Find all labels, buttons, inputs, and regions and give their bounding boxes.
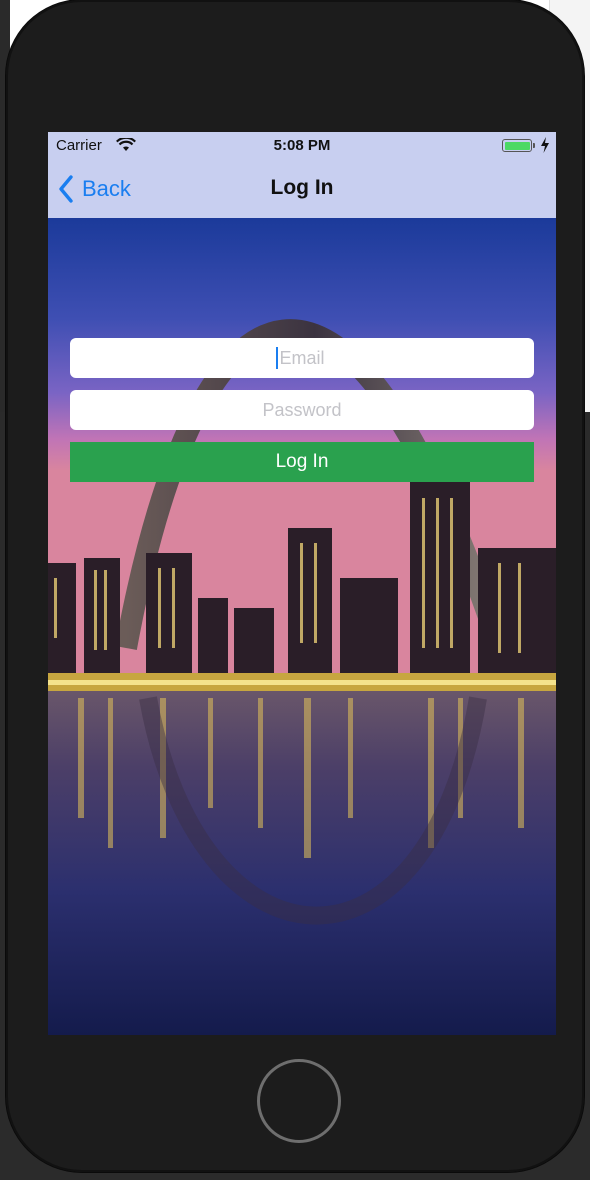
battery-icon bbox=[502, 139, 532, 152]
password-field[interactable] bbox=[70, 390, 534, 430]
email-field[interactable] bbox=[70, 338, 534, 378]
nav-bar: Back Log In bbox=[48, 160, 556, 218]
text-cursor bbox=[276, 347, 278, 369]
battery-tip bbox=[533, 143, 535, 148]
page-title: Log In bbox=[270, 176, 334, 199]
login-button[interactable]: Log In bbox=[70, 442, 534, 482]
navigation-header: Carrier 5:08 PM Back Log In bbox=[48, 132, 556, 218]
status-bar: Carrier 5:08 PM bbox=[48, 132, 556, 160]
home-button[interactable] bbox=[257, 1059, 341, 1143]
status-time: 5:08 PM bbox=[273, 137, 331, 154]
phone-frame: Carrier 5:08 PM Back Log In Email Log In bbox=[6, 0, 584, 1172]
simulator-screen: Carrier 5:08 PM Back Log In Email Log In bbox=[48, 132, 556, 1035]
charging-bolt-icon bbox=[541, 137, 549, 153]
